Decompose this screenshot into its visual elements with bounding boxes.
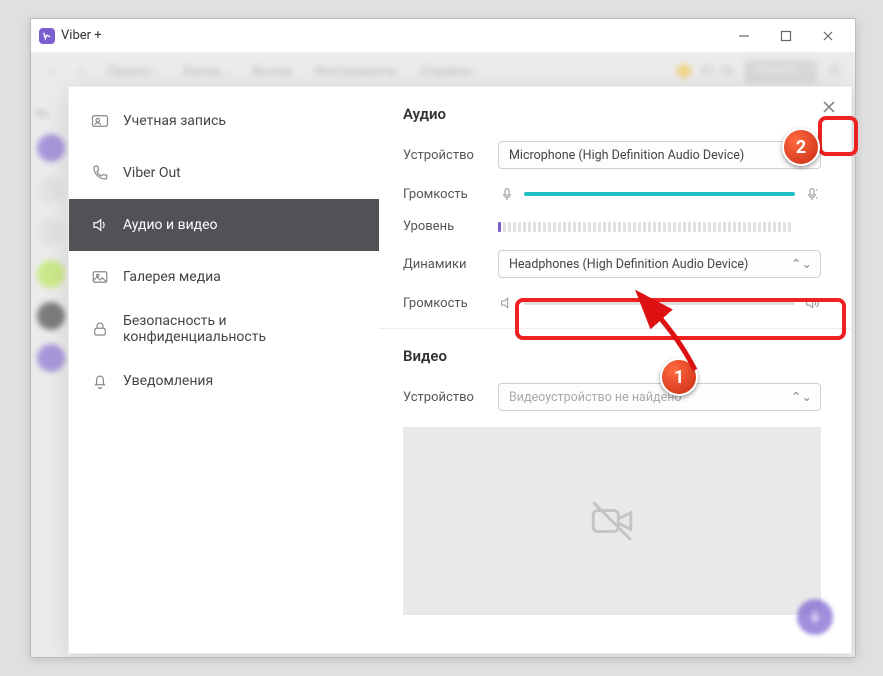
- speakers-device-value: Headphones (High Definition Audio Device…: [509, 257, 748, 272]
- sidenav-item-label: Уведомления: [123, 373, 213, 389]
- mic-level-meter: document.write(Array(58).fill('<span cla…: [498, 222, 821, 232]
- sidenav-item-label: Безопасность и конфиденциальность: [123, 313, 357, 345]
- mic-high-icon: [803, 185, 821, 203]
- avatar: [37, 260, 65, 288]
- sidenav-item-label: Учетная запись: [123, 113, 226, 129]
- section-divider: [379, 328, 851, 329]
- avatar: [37, 302, 65, 330]
- mic-device-value: Microphone (High Definition Audio Device…: [509, 148, 744, 163]
- back-arrow-icon: ‹: [41, 61, 61, 81]
- sidenav-item-notifications[interactable]: Уведомления: [69, 355, 379, 407]
- bell-icon: [91, 372, 109, 390]
- coin-icon: [677, 64, 691, 78]
- window-close-button[interactable]: [807, 22, 849, 50]
- menu-item: Справка: [420, 64, 472, 79]
- camera-off-icon: [587, 496, 637, 546]
- menu-item: Проигр...: [107, 64, 162, 79]
- topup-button: Попол...: [744, 60, 817, 83]
- avatar: [37, 218, 65, 246]
- menu-item: Инструменты: [314, 64, 398, 79]
- window-minimize-button[interactable]: [723, 22, 765, 50]
- balance-text: €1.16: [701, 64, 734, 79]
- titlebar: Viber +: [31, 19, 855, 53]
- avatar: [37, 344, 65, 372]
- avatar: [37, 134, 65, 162]
- background-toolbar: ‹ › Проигр... Бесед... Вызов Инструменты…: [31, 53, 855, 89]
- speaker-volume-slider[interactable]: [524, 301, 795, 305]
- lock-icon: [91, 320, 109, 338]
- gallery-icon: [91, 268, 109, 286]
- app-window: Viber + ‹ › Проигр... Бесед... Вызов Инс…: [30, 18, 856, 658]
- mic-level-label: Уровень: [403, 219, 498, 234]
- sidenav-item-label: Галерея медиа: [123, 269, 221, 285]
- chevron-updown-icon: ⌃⌄: [791, 256, 812, 272]
- video-device-value: Видеоустройство не найдено: [509, 390, 682, 405]
- avatar: [37, 176, 65, 204]
- sidenav-item-label: Viber Out: [123, 165, 181, 181]
- speakers-dropdown[interactable]: Headphones (High Definition Audio Device…: [498, 250, 821, 278]
- video-device-dropdown[interactable]: Видеоустройство не найдено ⌃⌄: [498, 383, 821, 411]
- forward-arrow-icon: ›: [71, 61, 91, 81]
- iz-label: Из: [31, 107, 71, 120]
- gear-icon: [827, 62, 845, 80]
- volume-low-icon: [498, 294, 516, 312]
- sidenav-item-label: Аудио и видео: [123, 217, 218, 233]
- phone-icon: [91, 164, 109, 182]
- speakers-volume-label: Громкость: [403, 296, 498, 311]
- speakers-label: Динамики: [403, 257, 498, 272]
- settings-content: Аудио Устройство Microphone (High Defini…: [379, 87, 851, 653]
- sidenav-item-account[interactable]: Учетная запись: [69, 95, 379, 147]
- video-device-label: Устройство: [403, 390, 498, 405]
- sidenav-item-media-gallery[interactable]: Галерея медиа: [69, 251, 379, 303]
- section-title-video: Видео: [403, 347, 821, 365]
- backdrop: ‹ › Проигр... Бесед... Вызов Инструменты…: [31, 53, 855, 657]
- chevron-updown-icon: ⌃⌄: [791, 147, 812, 163]
- mic-volume-slider[interactable]: [524, 192, 795, 196]
- mic-device-dropdown[interactable]: Microphone (High Definition Audio Device…: [498, 141, 821, 169]
- sidenav-item-audio-video[interactable]: Аудио и видео: [69, 199, 379, 251]
- mic-low-icon: [498, 185, 516, 203]
- chevron-updown-icon: ⌃⌄: [791, 389, 812, 405]
- background-sidebar: Из: [31, 89, 71, 657]
- dialog-close-button[interactable]: [817, 95, 841, 119]
- menu-item: Бесед...: [184, 64, 231, 79]
- viber-logo-icon: [39, 28, 55, 44]
- mic-volume-label: Громкость: [403, 187, 498, 202]
- sidenav-item-viber-out[interactable]: Viber Out: [69, 147, 379, 199]
- sidenav-item-security[interactable]: Безопасность и конфиденциальность: [69, 303, 379, 355]
- window-title: Viber +: [61, 28, 102, 43]
- video-preview: [403, 427, 821, 615]
- volume-high-icon: [803, 294, 821, 312]
- fab-mic-button: [797, 599, 833, 635]
- menu-item: Вызов: [252, 64, 292, 79]
- window-maximize-button[interactable]: [765, 22, 807, 50]
- speaker-icon: [91, 216, 109, 234]
- section-title-audio: Аудио: [403, 105, 821, 123]
- settings-sidenav: Учетная запись Viber Out Аудио и видео Г…: [69, 87, 379, 653]
- mic-device-label: Устройство: [403, 148, 498, 163]
- settings-dialog: Учетная запись Viber Out Аудио и видео Г…: [69, 87, 851, 653]
- id-card-icon: [91, 112, 109, 130]
